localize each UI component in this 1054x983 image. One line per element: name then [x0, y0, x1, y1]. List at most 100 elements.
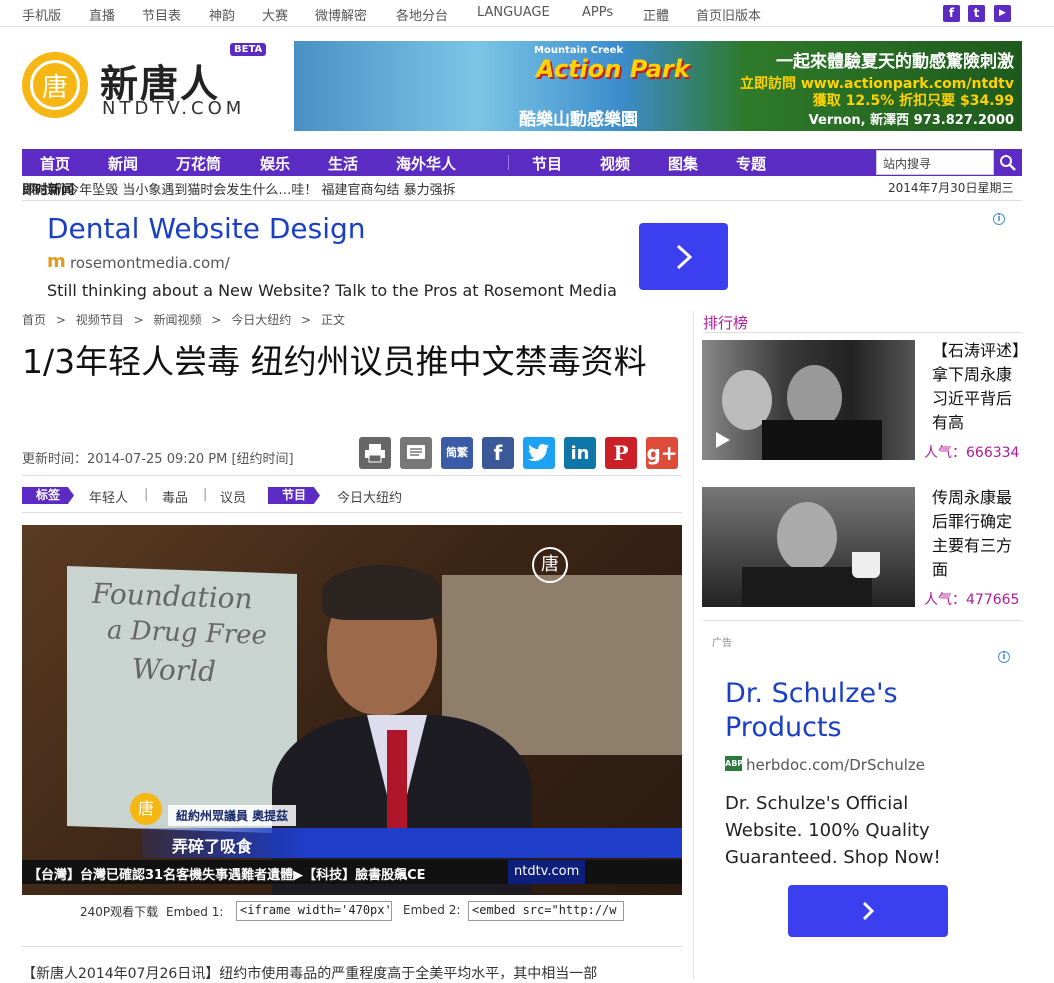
link-weibo[interactable]: 微博解密 [315, 5, 367, 24]
nav-video[interactable]: 视频 [600, 153, 630, 174]
breadcrumb-video-programs[interactable]: 视频节目 [76, 313, 124, 327]
video-name-caption: 紐約州眾議員 奧提茲 [168, 805, 297, 826]
embed-row: 240P观看下载 Embed 1: [80, 903, 223, 920]
nav-news[interactable]: 新闻 [108, 153, 138, 174]
ad-description: Still thinking about a New Website? Talk… [47, 281, 617, 300]
sidebar-ad-description: Dr. Schulze's Official Website. 100% Qua… [725, 793, 941, 868]
divider [22, 946, 682, 947]
channel-seal-icon: 唐 [130, 793, 162, 825]
ticker-item[interactable]: 当小象遇到猫时会发生什么…哇！ [122, 183, 317, 198]
link-language[interactable]: LANGUAGE [477, 5, 550, 20]
facebook-share-icon[interactable]: f [482, 437, 514, 469]
link-live[interactable]: 直播 [89, 5, 115, 24]
beta-badge: BETA [230, 43, 267, 56]
ad-info-icon[interactable]: i [998, 651, 1010, 663]
news-ticker: 即时新闻 ‹格战机今年坠毁 当小象遇到猫时会发生什么…哇！ 福建官商勾结 暴力强… [22, 179, 1022, 199]
play-icon [716, 432, 730, 448]
link-schedule[interactable]: 节目表 [142, 5, 181, 24]
breadcrumb-news-video[interactable]: 新闻视频 [153, 313, 201, 327]
channel-logo-icon: 唐 [532, 547, 568, 583]
twitter-icon[interactable]: t [968, 5, 985, 22]
divider [22, 512, 682, 513]
link-old-homepage[interactable]: 首页旧版本 [696, 5, 761, 24]
logo-seal-icon[interactable]: 唐 [22, 52, 88, 118]
search-icon[interactable] [994, 149, 1022, 176]
main-nav: 首页 新闻 万花筒 娱乐 生活 海外华人 节目 视频 图集 专题 [22, 149, 1022, 176]
facebook-icon[interactable]: f [943, 5, 960, 22]
nav-home[interactable]: 首页 [40, 153, 70, 174]
nav-kaleidoscope[interactable]: 万花筒 [176, 153, 221, 174]
nav-life[interactable]: 生活 [328, 153, 358, 174]
embed2-label: Embed 2: [403, 903, 461, 917]
breadcrumb-home[interactable]: 首页 [22, 313, 46, 327]
nav-overseas-chinese[interactable]: 海外华人 [396, 153, 456, 174]
print-icon[interactable] [359, 437, 391, 469]
ticker-label: 即时新闻 [22, 183, 75, 198]
nav-entertainment[interactable]: 娱乐 [260, 153, 290, 174]
download-240p-link[interactable]: 240P观看下载 [80, 905, 158, 919]
rank-item-popularity: 人气：666334 [924, 445, 1020, 461]
chevron-right-icon [862, 901, 875, 921]
link-local-stations[interactable]: 各地分台 [396, 5, 448, 24]
rank-thumbnail[interactable] [702, 340, 915, 460]
breadcrumb-current: 正文 [320, 313, 345, 327]
tags-label: 标签 [22, 487, 75, 504]
tag-link[interactable]: 年轻人 [89, 487, 128, 506]
pinterest-share-icon[interactable]: P [605, 437, 637, 469]
nav-gallery[interactable]: 图集 [668, 153, 698, 174]
comment-icon[interactable] [400, 437, 432, 469]
program-link[interactable]: 今日大纽约 [337, 487, 402, 506]
rank-item-title[interactable]: 【石涛评述】拿下周永康 习近平背后有高 [932, 339, 1024, 435]
video-player[interactable]: Foundation a Drug Free World 唐 唐 紐約州眾議員 … [22, 525, 682, 895]
link-contest[interactable]: 大赛 [262, 5, 288, 24]
ad-favicon-icon: ABP [725, 756, 743, 771]
ad-label: 广告 [712, 638, 732, 649]
youtube-icon[interactable]: ▶ [994, 5, 1011, 22]
video-poster-background: Foundation a Drug Free World [67, 565, 297, 835]
program-label: 节目 [268, 487, 321, 504]
rank-item-title[interactable]: 传周永康最后罪行确定主要有三方面 [932, 486, 1024, 582]
sidebar-ad-go-button[interactable] [788, 885, 948, 937]
link-mobile[interactable]: 手机版 [22, 5, 61, 24]
ticker-item[interactable]: 福建官商勾结 暴力强拆 [322, 183, 456, 198]
embed1-label: Embed 1: [165, 905, 224, 919]
link-apps[interactable]: APPs [582, 5, 613, 20]
ad-url[interactable]: rosemontmedia.com/ [70, 254, 230, 272]
nav-topics[interactable]: 专题 [736, 153, 766, 174]
rank-item-popularity: 人气：477665 [924, 592, 1020, 608]
twitter-share-icon[interactable] [523, 437, 555, 469]
chevron-right-icon [676, 244, 692, 269]
search-input[interactable]: 站内搜寻 [876, 150, 994, 175]
embed2-field[interactable]: <embed src="http://w [468, 901, 624, 921]
embed1-field[interactable]: <iframe width='470px' [236, 901, 392, 921]
link-shenyun[interactable]: 神韵 [209, 5, 235, 24]
tag-link[interactable]: 议员 [220, 487, 246, 506]
nav-programs[interactable]: 节目 [532, 153, 562, 174]
divider [22, 200, 1022, 201]
link-traditional[interactable]: 正體 [643, 5, 669, 24]
breadcrumb: 首页 > 视频节目 > 新闻视频 > 今日大纽约 > 正文 [22, 313, 345, 327]
banner-sub: 酷樂山動感樂園 [519, 110, 638, 130]
banner-line1: 一起來體驗夏天的動感驚險刺激 [776, 52, 1014, 72]
video-main-caption: 弄碎了吸食 [142, 828, 682, 858]
updated-time: 更新时间：2014-07-25 09:20 PM [纽约时间] [22, 452, 294, 467]
simplified-traditional-toggle[interactable]: 简繁 [441, 437, 473, 469]
tag-link[interactable]: 毒品 [162, 487, 188, 506]
divider [703, 332, 1022, 333]
rank-thumbnail[interactable] [702, 487, 915, 607]
ad-title[interactable]: Dental Website Design [47, 212, 366, 245]
divider [22, 475, 682, 476]
ad-info-icon[interactable]: i [993, 213, 1005, 225]
breadcrumb-today-ny[interactable]: 今日大纽约 [231, 313, 291, 327]
ad-favicon-icon: m [47, 251, 66, 272]
ad-go-button[interactable] [639, 223, 728, 290]
page-title: 1/3年轻人尝毒 纽约州议员推中文禁毒资料 [22, 342, 647, 381]
banner-ad[interactable]: Mountain Creek Action Park 酷樂山動感樂園 一起來體驗… [294, 41, 1022, 131]
tag-separator: | [144, 487, 149, 502]
top-bar: 手机版 直播 节目表 神韵 大赛 微博解密 各地分台 LANGUAGE APPs… [0, 0, 1054, 27]
logo-domain[interactable]: NTDTV.COM [102, 98, 245, 119]
linkedin-share-icon[interactable]: in [564, 437, 596, 469]
google-plus-share-icon[interactable]: g+ [646, 437, 678, 469]
sidebar-ad-title[interactable]: Dr. Schulze's Products [725, 677, 925, 745]
sidebar-ad-url[interactable]: herbdoc.com/DrSchulze [746, 756, 925, 774]
